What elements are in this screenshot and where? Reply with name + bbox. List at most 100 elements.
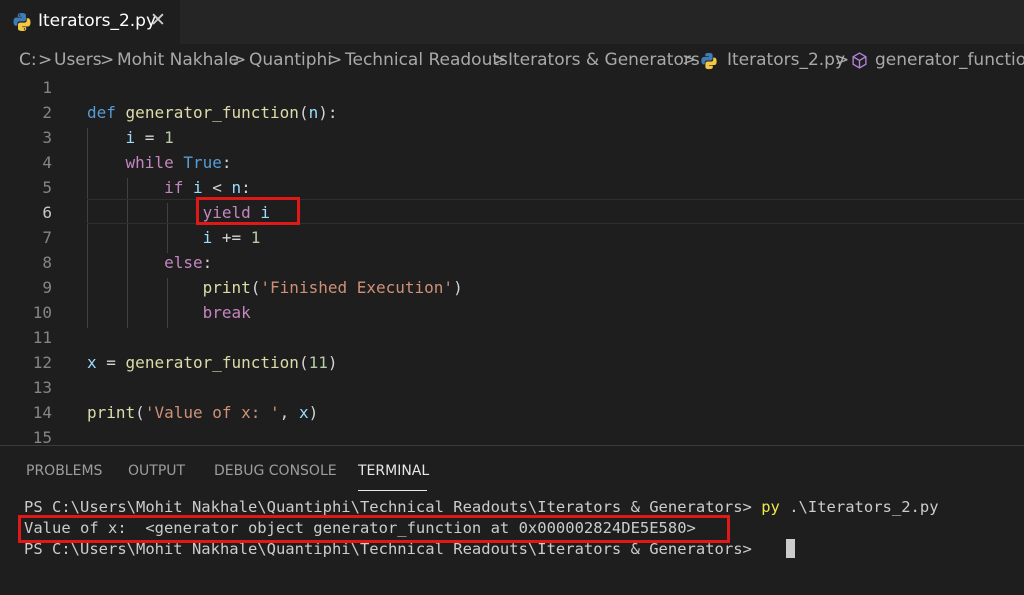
code-line: 5 if i < n: [0,175,1024,200]
function-call: generator_function [125,353,299,372]
tab-terminal[interactable]: TERMINAL [358,463,429,479]
line-number: 13 [32,378,52,397]
highlight-box-output [18,515,730,543]
colon: : [241,178,251,197]
breadcrumb-item-file[interactable]: Iterators_2.py [727,50,845,70]
colon: : [202,253,213,272]
code-line: 1 [0,75,1024,100]
number: 11 [308,353,328,372]
code-line: 13 [0,375,1024,400]
code-line: 9 print('Finished Execution') [0,275,1024,300]
terminal-command: py [761,498,780,516]
breadcrumb-item-technical-readouts[interactable]: Technical Readouts [345,50,508,70]
keyword: if [164,178,184,197]
line-number: 14 [32,403,52,422]
keyword: else [164,253,203,272]
paren: ( [135,403,145,422]
variable: n [231,178,242,197]
line-number: 1 [42,78,52,97]
operator: < [202,178,232,197]
terminal-cursor [786,539,795,558]
python-icon [700,52,718,75]
code-line: 3 i = 1 [0,125,1024,150]
editor-tab-bar: Iterators_2.py ✕ [0,0,1024,44]
tab-problems[interactable]: PROBLEMS [26,463,102,479]
line-number: 10 [32,303,52,322]
line-number: 5 [42,178,52,197]
terminal-prompt: PS C:\Users\Mohit Nakhale\Quantiphi\Tech… [24,498,762,516]
line-number: 8 [42,253,52,272]
breadcrumb-separator: > [492,50,507,70]
terminal-argument: .\Iterators_2.py [779,498,939,516]
breadcrumb-separator: > [100,50,115,70]
line-number: 3 [42,128,52,147]
python-icon [12,12,32,36]
string: 'Value of x: ' [144,403,280,422]
line-number: 2 [42,103,52,122]
breadcrumb-item-user[interactable]: Mohit Nakhale [117,50,239,70]
variable: x [87,353,97,372]
close-icon[interactable]: ✕ [150,9,166,31]
function-call: print [202,278,251,297]
paren: ) [453,278,463,297]
code-line: 7 i += 1 [0,225,1024,250]
code-line: 2 def generator_function(n): [0,100,1024,125]
breadcrumb-separator: > [38,50,53,70]
keyword: while [125,153,174,172]
code-line: 10 break [0,300,1024,325]
code-editor[interactable]: 1 2 def generator_function(n): 3 i = 1 4… [0,75,1024,447]
code-line: 6 yield i [0,200,1024,225]
operator: += [212,228,251,247]
operator: = [135,128,165,147]
code-line: 12 x = generator_function(11) [0,350,1024,375]
line-number: 12 [32,353,52,372]
breadcrumb-item-quantiphi[interactable]: Quantiphi [249,50,332,70]
line-number: 6 [42,203,52,222]
number: 1 [164,128,174,147]
breadcrumb-separator: > [835,50,850,70]
active-tab-indicator [358,490,427,491]
comma: , [279,403,299,422]
string: 'Finished Execution' [260,278,454,297]
variable: i [192,178,203,197]
breadcrumb-separator: > [328,50,343,70]
parameter: n [308,103,319,122]
paren: ( [298,103,309,122]
highlight-box-yield [196,197,300,225]
paren: ) [327,353,338,372]
tab-title: Iterators_2.py [38,11,157,31]
variable: i [125,128,136,147]
breadcrumb-item-symbol[interactable]: generator_function [875,50,1024,70]
line-number: 9 [42,278,52,297]
paren: ) [308,403,319,422]
cube-icon [851,52,868,74]
variable: i [202,228,213,247]
paren: ( [250,278,261,297]
line-number: 11 [32,328,52,347]
operator: = [96,353,126,372]
tab-output[interactable]: OUTPUT [128,463,185,479]
breadcrumb-item-drive[interactable]: C: [19,50,37,70]
colon: : [221,153,232,172]
tab-debug-console[interactable]: DEBUG CONSOLE [214,463,337,479]
code-line: 14 print('Value of x: ', x) [0,400,1024,425]
code-line: 4 while True: [0,150,1024,175]
variable: x [298,403,309,422]
function-name: generator_function [125,103,299,122]
breadcrumb-item-iterators-generators[interactable]: Iterators & Generators [508,50,700,70]
keyword: def [87,103,116,122]
code-line: 8 else: [0,250,1024,275]
keyword: break [202,303,251,322]
breadcrumb-item-users[interactable]: Users [54,50,102,70]
paren: ): [318,103,338,122]
code-line: 11 [0,325,1024,350]
tab-iterators-2[interactable]: Iterators_2.py ✕ [0,0,180,44]
breadcrumb: C: > Users > Mohit Nakhale > Quantiphi >… [0,44,1024,78]
breadcrumb-separator: > [232,50,247,70]
bottom-panel: PROBLEMS OUTPUT DEBUG CONSOLE TERMINAL P… [0,445,1024,595]
constant: True [183,153,222,172]
line-number: 4 [42,153,52,172]
breadcrumb-separator: > [682,50,697,70]
paren: ( [298,353,309,372]
number: 1 [250,228,261,247]
